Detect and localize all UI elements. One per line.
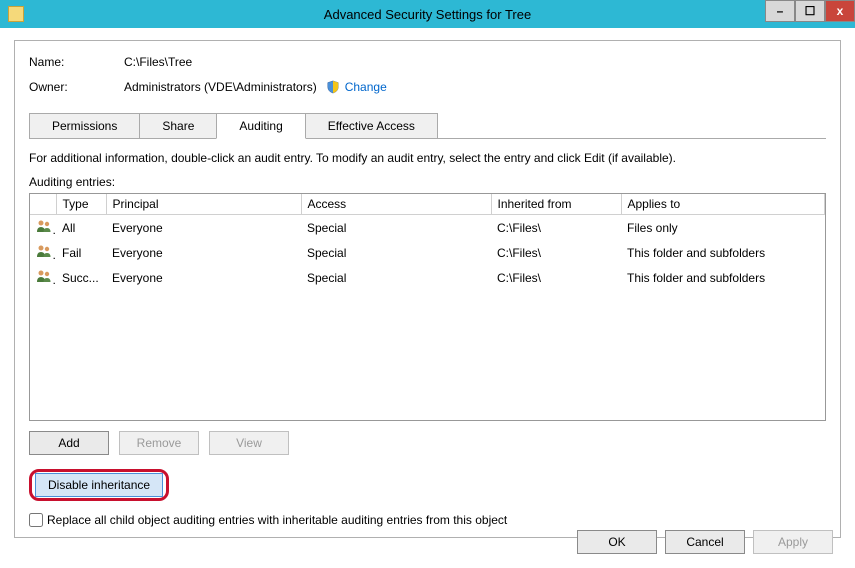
table-row[interactable]: FailEveryoneSpecialC:\Files\This folder … (30, 240, 825, 265)
replace-entries-label: Replace all child object auditing entrie… (47, 513, 507, 527)
column-access[interactable]: Access (301, 194, 491, 215)
owner-row: Owner: Administrators (VDE\Administrator… (29, 79, 826, 95)
column-icon[interactable] (30, 194, 56, 215)
table-header-row: Type Principal Access Inherited from App… (30, 194, 825, 215)
column-inherited[interactable]: Inherited from (491, 194, 621, 215)
name-row: Name: C:\Files\Tree (29, 55, 826, 69)
ok-button[interactable]: OK (577, 530, 657, 554)
minimize-button[interactable]: – (765, 0, 795, 22)
cancel-button[interactable]: Cancel (665, 530, 745, 554)
disable-inheritance-button[interactable]: Disable inheritance (35, 473, 163, 497)
owner-value: Administrators (VDE\Administrators) (124, 80, 317, 94)
cell-type: Succ... (56, 265, 106, 290)
tab-auditing[interactable]: Auditing (216, 113, 305, 139)
cell-type: All (56, 215, 106, 241)
disable-inheritance-row: Disable inheritance (29, 469, 826, 501)
cell-applies: This folder and subfolders (621, 265, 825, 290)
close-button[interactable]: x (825, 0, 855, 22)
entry-buttons: Add Remove View (29, 431, 826, 455)
owner-label: Owner: (29, 80, 124, 94)
window-controls: – ☐ x (765, 0, 855, 22)
users-icon (36, 218, 52, 234)
name-label: Name: (29, 55, 124, 69)
tab-bar: Permissions Share Auditing Effective Acc… (29, 113, 826, 139)
cell-principal: Everyone (106, 265, 301, 290)
titlebar: Advanced Security Settings for Tree – ☐ … (0, 0, 855, 28)
tab-share[interactable]: Share (139, 113, 217, 138)
view-button: View (209, 431, 289, 455)
window-title: Advanced Security Settings for Tree (324, 7, 531, 22)
column-principal[interactable]: Principal (106, 194, 301, 215)
change-owner-link[interactable]: Change (345, 80, 387, 94)
cell-applies: This folder and subfolders (621, 240, 825, 265)
row-icon (30, 240, 56, 265)
cell-access: Special (301, 240, 491, 265)
replace-entries-checkbox[interactable] (29, 513, 43, 527)
cell-applies: Files only (621, 215, 825, 241)
cell-inherited: C:\Files\ (491, 240, 621, 265)
users-icon (36, 268, 52, 284)
cell-principal: Everyone (106, 215, 301, 241)
folder-icon (8, 6, 24, 22)
entries-label: Auditing entries: (29, 175, 826, 189)
column-type[interactable]: Type (56, 194, 106, 215)
column-applies[interactable]: Applies to (621, 194, 825, 215)
tab-effective-access[interactable]: Effective Access (305, 113, 438, 138)
cell-access: Special (301, 215, 491, 241)
add-button[interactable]: Add (29, 431, 109, 455)
main-panel: Name: C:\Files\Tree Owner: Administrator… (14, 40, 841, 538)
security-settings-window: Advanced Security Settings for Tree – ☐ … (0, 0, 855, 568)
shield-icon (325, 79, 341, 95)
apply-button: Apply (753, 530, 833, 554)
users-icon (36, 243, 52, 259)
cell-inherited: C:\Files\ (491, 215, 621, 241)
highlight-annotation: Disable inheritance (29, 469, 169, 501)
info-text: For additional information, double-click… (29, 151, 826, 165)
dialog-buttons: OK Cancel Apply (577, 530, 833, 554)
maximize-button[interactable]: ☐ (795, 0, 825, 22)
content-area: Name: C:\Files\Tree Owner: Administrator… (0, 28, 855, 550)
tab-permissions[interactable]: Permissions (29, 113, 140, 138)
auditing-tab-content: For additional information, double-click… (29, 139, 826, 527)
cell-type: Fail (56, 240, 106, 265)
row-icon (30, 265, 56, 290)
auditing-entries-table[interactable]: Type Principal Access Inherited from App… (29, 193, 826, 421)
table-row[interactable]: Succ...EveryoneSpecialC:\Files\This fold… (30, 265, 825, 290)
row-icon (30, 215, 56, 241)
name-value: C:\Files\Tree (124, 55, 192, 69)
cell-principal: Everyone (106, 240, 301, 265)
cell-inherited: C:\Files\ (491, 265, 621, 290)
cell-access: Special (301, 265, 491, 290)
replace-entries-row: Replace all child object auditing entrie… (29, 513, 826, 527)
table-row[interactable]: AllEveryoneSpecialC:\Files\Files only (30, 215, 825, 241)
remove-button: Remove (119, 431, 199, 455)
